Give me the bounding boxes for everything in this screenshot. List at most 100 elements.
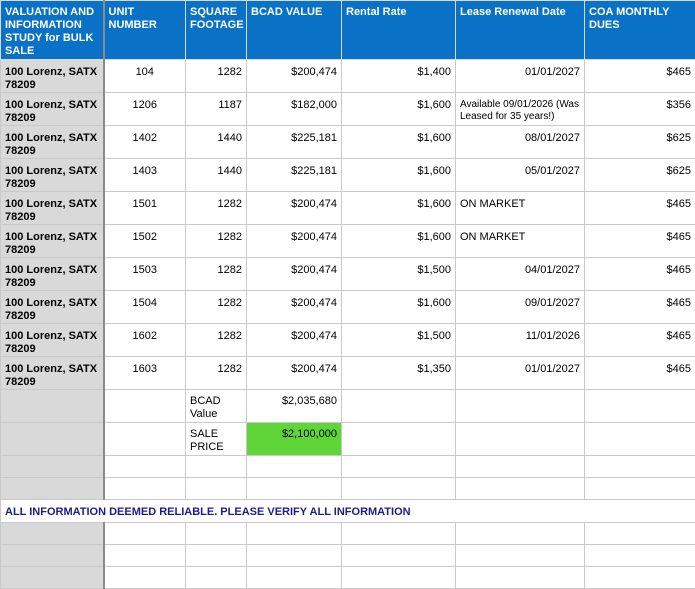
- sqft-cell[interactable]: 1282: [186, 225, 247, 258]
- unit-cell[interactable]: 1603: [104, 357, 186, 390]
- dues-cell[interactable]: $465: [585, 357, 695, 390]
- address-cell[interactable]: 100 Lorenz, SATX 78209: [1, 159, 104, 192]
- empty-cell[interactable]: [104, 456, 186, 478]
- empty-cell[interactable]: [585, 423, 695, 456]
- empty-cell[interactable]: [456, 545, 585, 567]
- empty-cell[interactable]: [104, 478, 186, 500]
- empty-cell[interactable]: [104, 423, 186, 456]
- header-cell-sqft[interactable]: SQUARE FOOTAGE: [186, 1, 247, 60]
- empty-cell[interactable]: [456, 390, 585, 423]
- rent-cell[interactable]: $1,350: [342, 357, 456, 390]
- lease-cell[interactable]: ON MARKET: [456, 192, 585, 225]
- dues-cell[interactable]: $465: [585, 192, 695, 225]
- address-cell-empty[interactable]: [1, 478, 104, 500]
- empty-cell[interactable]: [186, 567, 247, 589]
- lease-cell[interactable]: Available 09/01/2026 (Was Leased for 35 …: [456, 93, 585, 126]
- rent-cell[interactable]: $1,400: [342, 60, 456, 93]
- lease-cell[interactable]: 05/01/2027: [456, 159, 585, 192]
- dues-cell[interactable]: $465: [585, 60, 695, 93]
- rent-cell[interactable]: $1,500: [342, 324, 456, 357]
- bcad-cell[interactable]: $200,474: [247, 357, 342, 390]
- unit-cell[interactable]: 1502: [104, 225, 186, 258]
- empty-cell[interactable]: [104, 523, 186, 545]
- lease-cell[interactable]: 08/01/2027: [456, 126, 585, 159]
- rent-cell[interactable]: $1,600: [342, 93, 456, 126]
- empty-cell[interactable]: [247, 523, 342, 545]
- empty-cell[interactable]: [585, 567, 695, 589]
- address-cell[interactable]: 100 Lorenz, SATX 78209: [1, 126, 104, 159]
- empty-cell[interactable]: [585, 456, 695, 478]
- address-cell[interactable]: 100 Lorenz, SATX 78209: [1, 60, 104, 93]
- address-cell[interactable]: 100 Lorenz, SATX 78209: [1, 225, 104, 258]
- lease-cell[interactable]: 04/01/2027: [456, 258, 585, 291]
- empty-cell[interactable]: [456, 456, 585, 478]
- header-cell-unit[interactable]: UNIT NUMBER: [104, 1, 186, 60]
- sqft-cell[interactable]: 1282: [186, 324, 247, 357]
- empty-cell[interactable]: [342, 456, 456, 478]
- sqft-cell[interactable]: 1187: [186, 93, 247, 126]
- bcad-cell[interactable]: $200,474: [247, 324, 342, 357]
- unit-cell[interactable]: 104: [104, 60, 186, 93]
- lease-cell[interactable]: ON MARKET: [456, 225, 585, 258]
- empty-cell[interactable]: [186, 523, 247, 545]
- rent-cell[interactable]: $1,600: [342, 291, 456, 324]
- bcad-total-label[interactable]: BCAD Value: [186, 390, 247, 423]
- empty-cell[interactable]: [104, 390, 186, 423]
- unit-cell[interactable]: 1402: [104, 126, 186, 159]
- empty-cell[interactable]: [247, 478, 342, 500]
- rent-cell[interactable]: $1,600: [342, 126, 456, 159]
- empty-cell[interactable]: [247, 567, 342, 589]
- bcad-cell[interactable]: $182,000: [247, 93, 342, 126]
- empty-cell[interactable]: [186, 545, 247, 567]
- address-cell-empty[interactable]: [1, 456, 104, 478]
- dues-cell[interactable]: $465: [585, 258, 695, 291]
- sqft-cell[interactable]: 1282: [186, 258, 247, 291]
- lease-cell[interactable]: 11/01/2026: [456, 324, 585, 357]
- empty-cell[interactable]: [342, 523, 456, 545]
- header-cell-dues[interactable]: COA MONTHLY DUES: [585, 1, 695, 60]
- address-cell-empty[interactable]: [1, 567, 104, 589]
- rent-cell[interactable]: $1,600: [342, 225, 456, 258]
- empty-cell[interactable]: [585, 478, 695, 500]
- address-cell-empty[interactable]: [1, 523, 104, 545]
- empty-cell[interactable]: [342, 478, 456, 500]
- bcad-cell[interactable]: $200,474: [247, 60, 342, 93]
- sqft-cell[interactable]: 1282: [186, 291, 247, 324]
- unit-cell[interactable]: 1602: [104, 324, 186, 357]
- empty-cell[interactable]: [342, 423, 456, 456]
- lease-cell[interactable]: 01/01/2027: [456, 357, 585, 390]
- bcad-cell[interactable]: $200,474: [247, 258, 342, 291]
- bcad-total-value[interactable]: $2,035,680: [247, 390, 342, 423]
- header-cell-address[interactable]: VALUATION AND INFORMATION STUDY for BULK…: [1, 1, 104, 60]
- address-cell-empty[interactable]: [1, 390, 104, 423]
- lease-cell[interactable]: 01/01/2027: [456, 60, 585, 93]
- empty-cell[interactable]: [342, 567, 456, 589]
- unit-cell[interactable]: 1501: [104, 192, 186, 225]
- empty-cell[interactable]: [456, 423, 585, 456]
- sale-price-label[interactable]: SALE PRICE: [186, 423, 247, 456]
- empty-cell[interactable]: [342, 545, 456, 567]
- header-cell-bcad[interactable]: BCAD VALUE: [247, 1, 342, 60]
- empty-cell[interactable]: [186, 456, 247, 478]
- disclaimer-note[interactable]: ALL INFORMATION DEEMED RELIABLE. PLEASE …: [1, 500, 695, 523]
- address-cell[interactable]: 100 Lorenz, SATX 78209: [1, 357, 104, 390]
- rent-cell[interactable]: $1,500: [342, 258, 456, 291]
- empty-cell[interactable]: [456, 567, 585, 589]
- address-cell[interactable]: 100 Lorenz, SATX 78209: [1, 93, 104, 126]
- dues-cell[interactable]: $625: [585, 159, 695, 192]
- sqft-cell[interactable]: 1282: [186, 357, 247, 390]
- dues-cell[interactable]: $356: [585, 93, 695, 126]
- bcad-cell[interactable]: $200,474: [247, 225, 342, 258]
- empty-cell[interactable]: [186, 478, 247, 500]
- address-cell[interactable]: 100 Lorenz, SATX 78209: [1, 324, 104, 357]
- unit-cell[interactable]: 1403: [104, 159, 186, 192]
- dues-cell[interactable]: $465: [585, 291, 695, 324]
- rent-cell[interactable]: $1,600: [342, 192, 456, 225]
- bcad-cell[interactable]: $225,181: [247, 159, 342, 192]
- empty-cell[interactable]: [247, 545, 342, 567]
- lease-cell[interactable]: 09/01/2027: [456, 291, 585, 324]
- address-cell[interactable]: 100 Lorenz, SATX 78209: [1, 258, 104, 291]
- unit-cell[interactable]: 1503: [104, 258, 186, 291]
- empty-cell[interactable]: [247, 456, 342, 478]
- dues-cell[interactable]: $465: [585, 225, 695, 258]
